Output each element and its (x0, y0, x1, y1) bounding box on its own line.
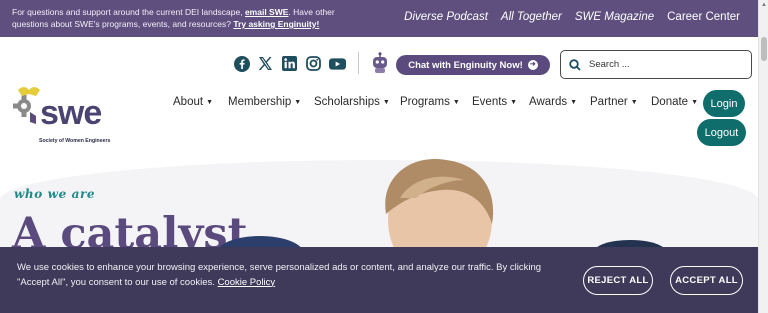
nav-about-label: About (173, 96, 204, 108)
nav-donate[interactable]: Donate ▼ (651, 96, 706, 108)
nav-awards-label: Awards (529, 96, 568, 108)
chat-with-enginuity-button[interactable]: Chat with Enginuity Now! ➜ (396, 55, 550, 75)
nav-scholarships-label: Scholarships (314, 96, 380, 108)
email-swe-link[interactable]: email SWE (245, 7, 288, 17)
nav-events-label: Events (472, 96, 508, 108)
facebook-icon[interactable] (233, 55, 250, 72)
nav-membership-label: Membership (228, 96, 292, 108)
caret-down-icon: ▼ (206, 99, 213, 106)
nav-partner-label: Partner (590, 96, 628, 108)
hero-portrait-image (385, 159, 494, 258)
notice-text-1: For questions and support around the cur… (12, 7, 245, 17)
nav-donate-label: Donate (651, 96, 689, 108)
nav-scholarships[interactable]: Scholarships ▼ (314, 96, 400, 108)
social-links (233, 55, 346, 72)
caret-down-icon: ▼ (510, 99, 518, 106)
chat-button-label: Chat with Enginuity Now! (408, 59, 523, 71)
logo-tagline: Society of Women Engineers (39, 138, 111, 144)
swe-wordmark: swe (40, 94, 102, 132)
cookie-message: We use cookies to enhance your browsing … (17, 261, 557, 290)
hero-eyebrow: who we are (14, 187, 96, 201)
swe-logo[interactable]: swe Society of Women Engineers (6, 86, 136, 148)
header-divider (358, 52, 359, 74)
nav-partner[interactable]: Partner ▼ (590, 96, 651, 108)
search-box[interactable]: Search ... (560, 50, 752, 79)
utility-links: Diverse Podcast All Together SWE Magazin… (404, 11, 740, 23)
logout-button[interactable]: Logout (697, 119, 746, 146)
nav-programs[interactable]: Programs ▼ (400, 96, 472, 108)
scrollbar-thumb[interactable] (761, 37, 767, 61)
dei-notice: For questions and support around the cur… (12, 6, 352, 30)
enginuity-robot-icon[interactable] (370, 52, 390, 74)
main-nav: About ▼ Membership ▼ Scholarships ▼ Program… (173, 96, 706, 108)
linkedin-icon[interactable] (281, 55, 298, 72)
try-asking-enginuity-link[interactable]: Try asking Enginuity! (233, 19, 319, 29)
caret-down-icon: ▼ (294, 99, 302, 106)
page-scrollbar[interactable]: ▲ (758, 0, 768, 313)
diverse-podcast-link[interactable]: Diverse Podcast (404, 11, 488, 23)
scroll-up-icon[interactable]: ▲ (761, 2, 767, 8)
x-icon[interactable] (257, 55, 274, 72)
cookie-text: We use cookies to enhance your browsing … (17, 262, 542, 288)
caret-down-icon: ▼ (570, 99, 578, 106)
caret-down-icon: ▼ (691, 99, 699, 106)
nav-events[interactable]: Events ▼ (472, 96, 529, 108)
swe-magazine-link[interactable]: SWE Magazine (575, 11, 654, 23)
nav-awards[interactable]: Awards ▼ (529, 96, 590, 108)
nav-membership[interactable]: Membership ▼ (228, 96, 314, 108)
top-announcement-bar: For questions and support around the cur… (0, 0, 758, 37)
accept-all-button[interactable]: ACCEPT ALL (670, 266, 743, 295)
cookie-policy-link[interactable]: Cookie Policy (218, 277, 276, 288)
all-together-link[interactable]: All Together (501, 11, 562, 23)
caret-down-icon: ▼ (382, 99, 390, 106)
arrow-right-icon: ➜ (527, 60, 538, 70)
reject-all-button[interactable]: REJECT ALL (583, 266, 653, 295)
search-icon (569, 58, 581, 71)
nav-about[interactable]: About ▼ (173, 96, 228, 108)
youtube-icon[interactable] (329, 55, 346, 72)
nav-programs-label: Programs (400, 96, 450, 108)
instagram-icon[interactable] (305, 55, 322, 72)
career-center-link[interactable]: Career Center (667, 11, 740, 23)
search-input[interactable]: Search ... (589, 59, 630, 70)
caret-down-icon: ▼ (452, 99, 460, 106)
caret-down-icon: ▼ (630, 99, 638, 106)
login-button[interactable]: Login (703, 90, 745, 117)
cookie-consent-banner: We use cookies to enhance your browsing … (0, 247, 758, 313)
